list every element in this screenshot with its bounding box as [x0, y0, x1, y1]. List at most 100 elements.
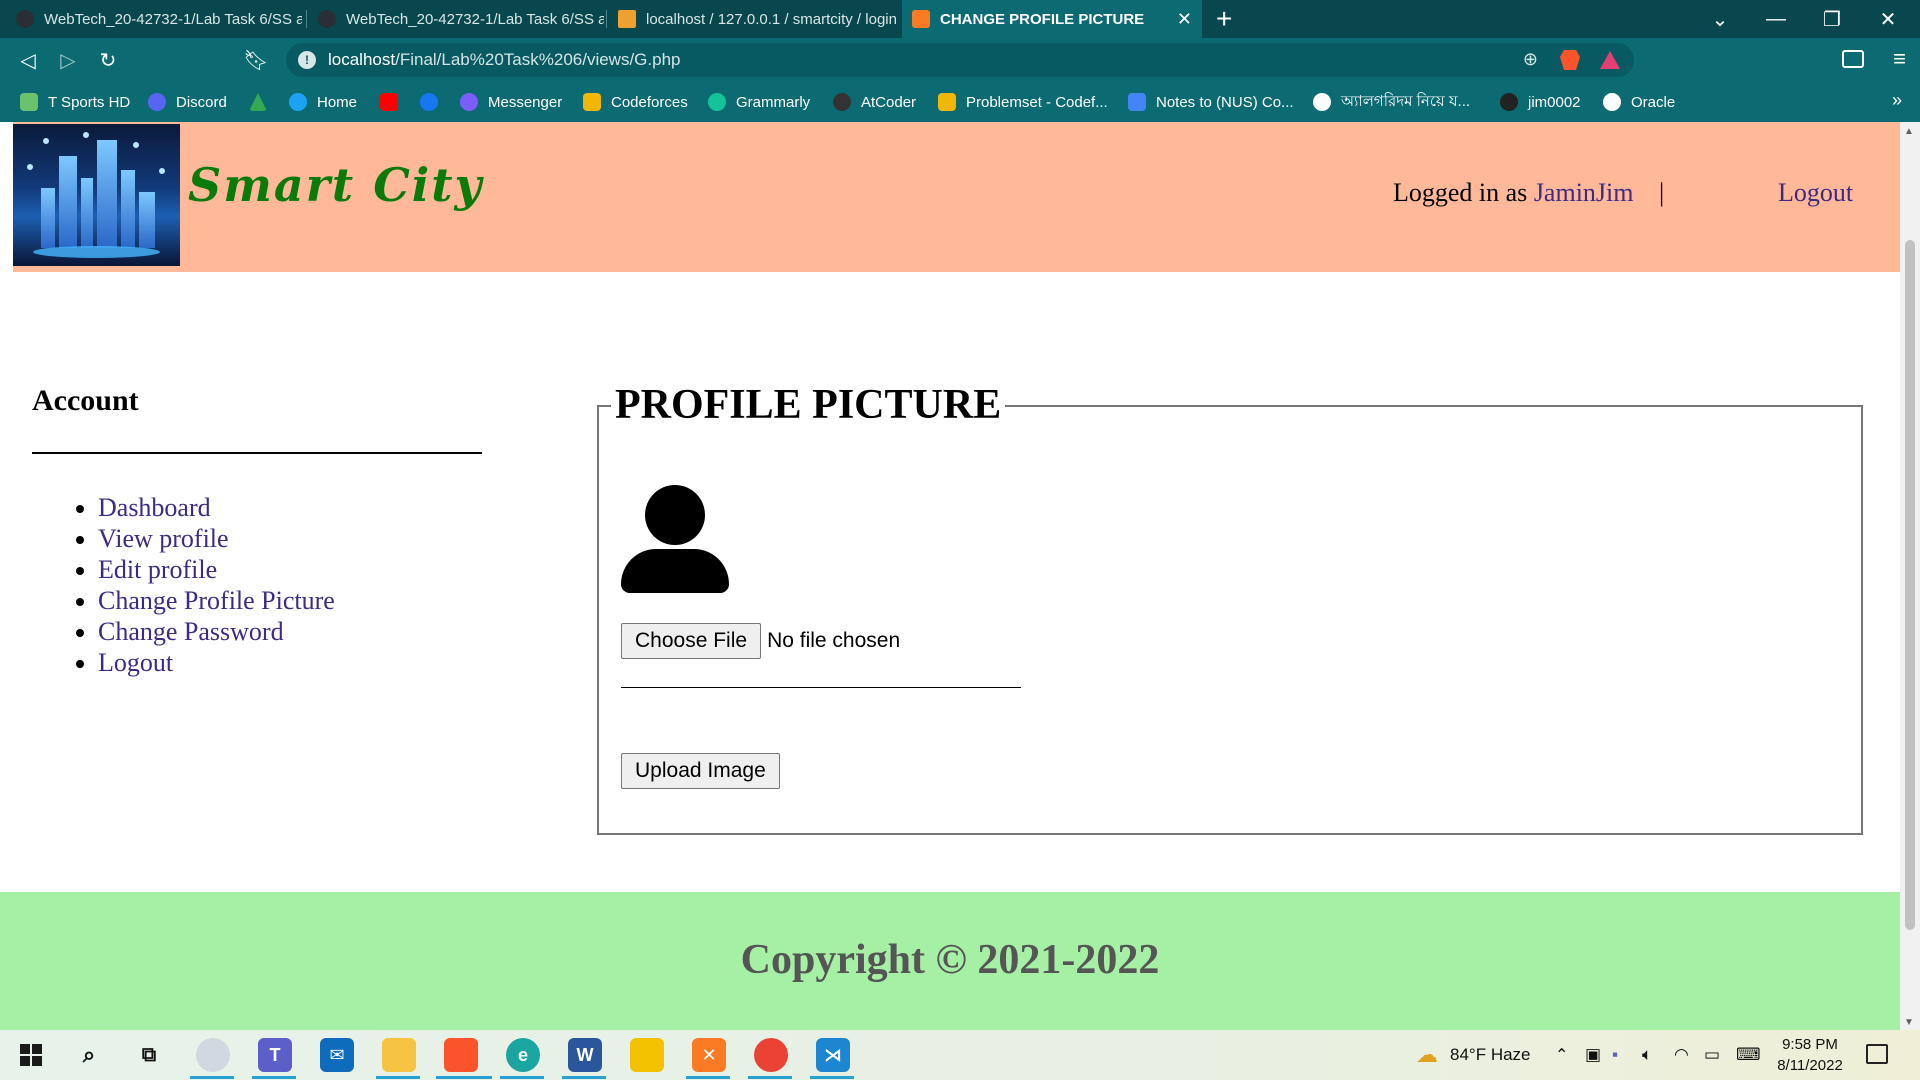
bookmark-grammarly[interactable]: Grammarly: [708, 82, 810, 122]
edit-profile-link[interactable]: Edit profile: [98, 555, 217, 584]
zoom-icon[interactable]: ⊕: [1523, 49, 1538, 70]
brave-browser-icon[interactable]: [444, 1038, 478, 1072]
scroll-down-arrow-icon[interactable]: ▼: [1904, 1017, 1914, 1028]
taskbar-clock[interactable]: 9:58 PM 8/11/2022: [1770, 1034, 1850, 1076]
sidebar-logout-link[interactable]: Logout: [98, 648, 173, 677]
back-icon[interactable]: ◁: [12, 44, 44, 76]
bookmark-drive[interactable]: [249, 82, 277, 122]
bookmark-youtube[interactable]: [380, 82, 408, 122]
chrome-icon[interactable]: [754, 1038, 788, 1072]
change-profile-picture-link[interactable]: Change Profile Picture: [98, 586, 335, 615]
sidebar-rule: [32, 424, 482, 454]
bookmark-problemset[interactable]: Problemset - Codef...: [938, 82, 1108, 122]
word-icon[interactable]: W: [568, 1038, 602, 1072]
bookmark-notes-nus[interactable]: Notes to (NUS) Co...: [1128, 82, 1294, 122]
file-input[interactable]: Choose File No file chosen: [621, 623, 900, 659]
bookmark-t-sports[interactable]: T Sports HD: [20, 82, 130, 122]
menu-icon[interactable]: ≡: [1893, 46, 1906, 72]
keyboard-icon[interactable]: ⌨: [1736, 1045, 1761, 1065]
weather-icon[interactable]: ☁: [1410, 1038, 1444, 1072]
clock-time: 9:58 PM: [1782, 1036, 1838, 1053]
file-explorer-icon[interactable]: [382, 1038, 416, 1072]
task-view-icon[interactable]: ⧉: [132, 1038, 166, 1072]
system-tray-icon[interactable]: ▣: [1585, 1045, 1601, 1065]
address-bar[interactable]: ! localhost/Final/Lab%20Task%206/views/G…: [286, 43, 1634, 77]
tab-separator: [606, 10, 607, 28]
menu-item: Logout: [98, 647, 482, 678]
logo-building: [81, 178, 93, 248]
codeforces-icon: [938, 93, 956, 111]
bookmark-jim0002[interactable]: jim0002: [1500, 82, 1581, 122]
bookmark-twitter-home[interactable]: Home: [289, 82, 357, 122]
logo-building: [139, 192, 155, 248]
address-text[interactable]: localhost/Final/Lab%20Task%206/views/G.p…: [328, 50, 681, 70]
xampp-icon[interactable]: ✕: [692, 1038, 726, 1072]
wifi-icon[interactable]: ◠: [1674, 1045, 1689, 1065]
notifications-icon[interactable]: [1866, 1044, 1888, 1064]
search-icon[interactable]: ⌕: [72, 1038, 106, 1072]
scrollbar-thumb[interactable]: [1905, 240, 1915, 930]
site-info-icon[interactable]: !: [298, 51, 316, 69]
edge-icon[interactable]: e: [506, 1038, 540, 1072]
github-icon: [16, 10, 34, 28]
bookmark-label: Codeforces: [611, 93, 688, 111]
windows-start-icon[interactable]: [20, 1044, 42, 1066]
running-indicator: [748, 1076, 792, 1079]
reload-icon[interactable]: ↻: [92, 44, 124, 76]
hidden-icons-chevron-icon[interactable]: ⌃: [1555, 1045, 1568, 1065]
bookmark-icon[interactable]: 🔖︎: [240, 44, 272, 76]
header-logout-link[interactable]: Logout: [1778, 178, 1853, 208]
phpmyadmin-icon: [618, 10, 636, 28]
running-indicator: [436, 1076, 492, 1079]
account-sidebar: Account Dashboard View profile Edit prof…: [32, 384, 482, 678]
view-profile-link[interactable]: View profile: [98, 524, 229, 553]
change-password-link[interactable]: Change Password: [98, 617, 284, 646]
bookmark-algorithm-bn[interactable]: অ্যালগরিদম নিয়ে য...: [1313, 82, 1470, 122]
page-scrollbar[interactable]: ▲ ▼: [1900, 122, 1920, 1030]
weather-text[interactable]: 84°F Haze: [1450, 1045, 1531, 1065]
sticky-app-icon[interactable]: [630, 1038, 664, 1072]
running-indicator: [500, 1076, 544, 1079]
upload-image-button[interactable]: Upload Image: [621, 753, 780, 789]
forward-icon[interactable]: ▷: [52, 44, 84, 76]
teams-icon[interactable]: T: [258, 1038, 292, 1072]
brave-shields-icon[interactable]: [1560, 50, 1580, 70]
url-host: localhost: [328, 50, 396, 69]
vscode-icon[interactable]: ⋊: [816, 1038, 850, 1072]
teams-tray-icon[interactable]: ▪: [1612, 1045, 1618, 1065]
dashboard-link[interactable]: Dashboard: [98, 493, 211, 522]
bookmark-oracle[interactable]: Oracle: [1603, 82, 1675, 122]
running-indicator: [810, 1076, 854, 1079]
new-tab-button[interactable]: +: [1216, 3, 1232, 35]
username-link[interactable]: JaminJim: [1534, 178, 1634, 207]
minimize-icon[interactable]: —: [1748, 0, 1804, 38]
bookmark-facebook[interactable]: [420, 82, 448, 122]
mail-icon[interactable]: ✉: [320, 1038, 354, 1072]
header-separator: |: [1659, 178, 1665, 207]
bookmark-label: T Sports HD: [48, 93, 131, 111]
scroll-up-arrow-icon[interactable]: ▲: [1904, 126, 1914, 137]
brave-rewards-icon[interactable]: [1600, 51, 1620, 69]
url-path: /Final/Lab%20Task%206/views/G.php: [395, 50, 681, 69]
youtube-icon: [380, 93, 398, 111]
choose-file-button[interactable]: Choose File: [621, 623, 762, 659]
tab-search-chevron-icon[interactable]: ⌄: [1692, 0, 1748, 38]
bookmark-codeforces[interactable]: Codeforces: [583, 82, 688, 122]
wallet-icon[interactable]: [1842, 50, 1864, 68]
running-indicator: [376, 1076, 420, 1079]
bookmark-messenger[interactable]: Messenger: [460, 82, 562, 122]
bookmarks-overflow-icon[interactable]: »: [1892, 90, 1902, 111]
bookmark-discord[interactable]: Discord: [148, 82, 227, 122]
app-icon-1[interactable]: [196, 1038, 230, 1072]
running-indicator: [686, 1076, 730, 1079]
battery-icon[interactable]: ▭: [1704, 1045, 1720, 1065]
browser-tab-2[interactable]: WebTech_20-42732-1/Lab Task 6/SS at: [308, 0, 604, 38]
close-tab-icon[interactable]: ✕: [1177, 9, 1192, 30]
close-window-icon[interactable]: ✕: [1860, 0, 1916, 38]
browser-tab-active[interactable]: CHANGE PROFILE PICTURE ✕: [902, 0, 1202, 38]
browser-tab-1[interactable]: WebTech_20-42732-1/Lab Task 6/SS at: [6, 0, 302, 38]
volume-icon[interactable]: 🔈︎: [1642, 1045, 1652, 1065]
browser-tab-3[interactable]: localhost / 127.0.0.1 / smartcity / logi…: [608, 0, 898, 38]
bookmark-atcoder[interactable]: AtCoder: [833, 82, 916, 122]
restore-icon[interactable]: ❐: [1804, 0, 1860, 38]
